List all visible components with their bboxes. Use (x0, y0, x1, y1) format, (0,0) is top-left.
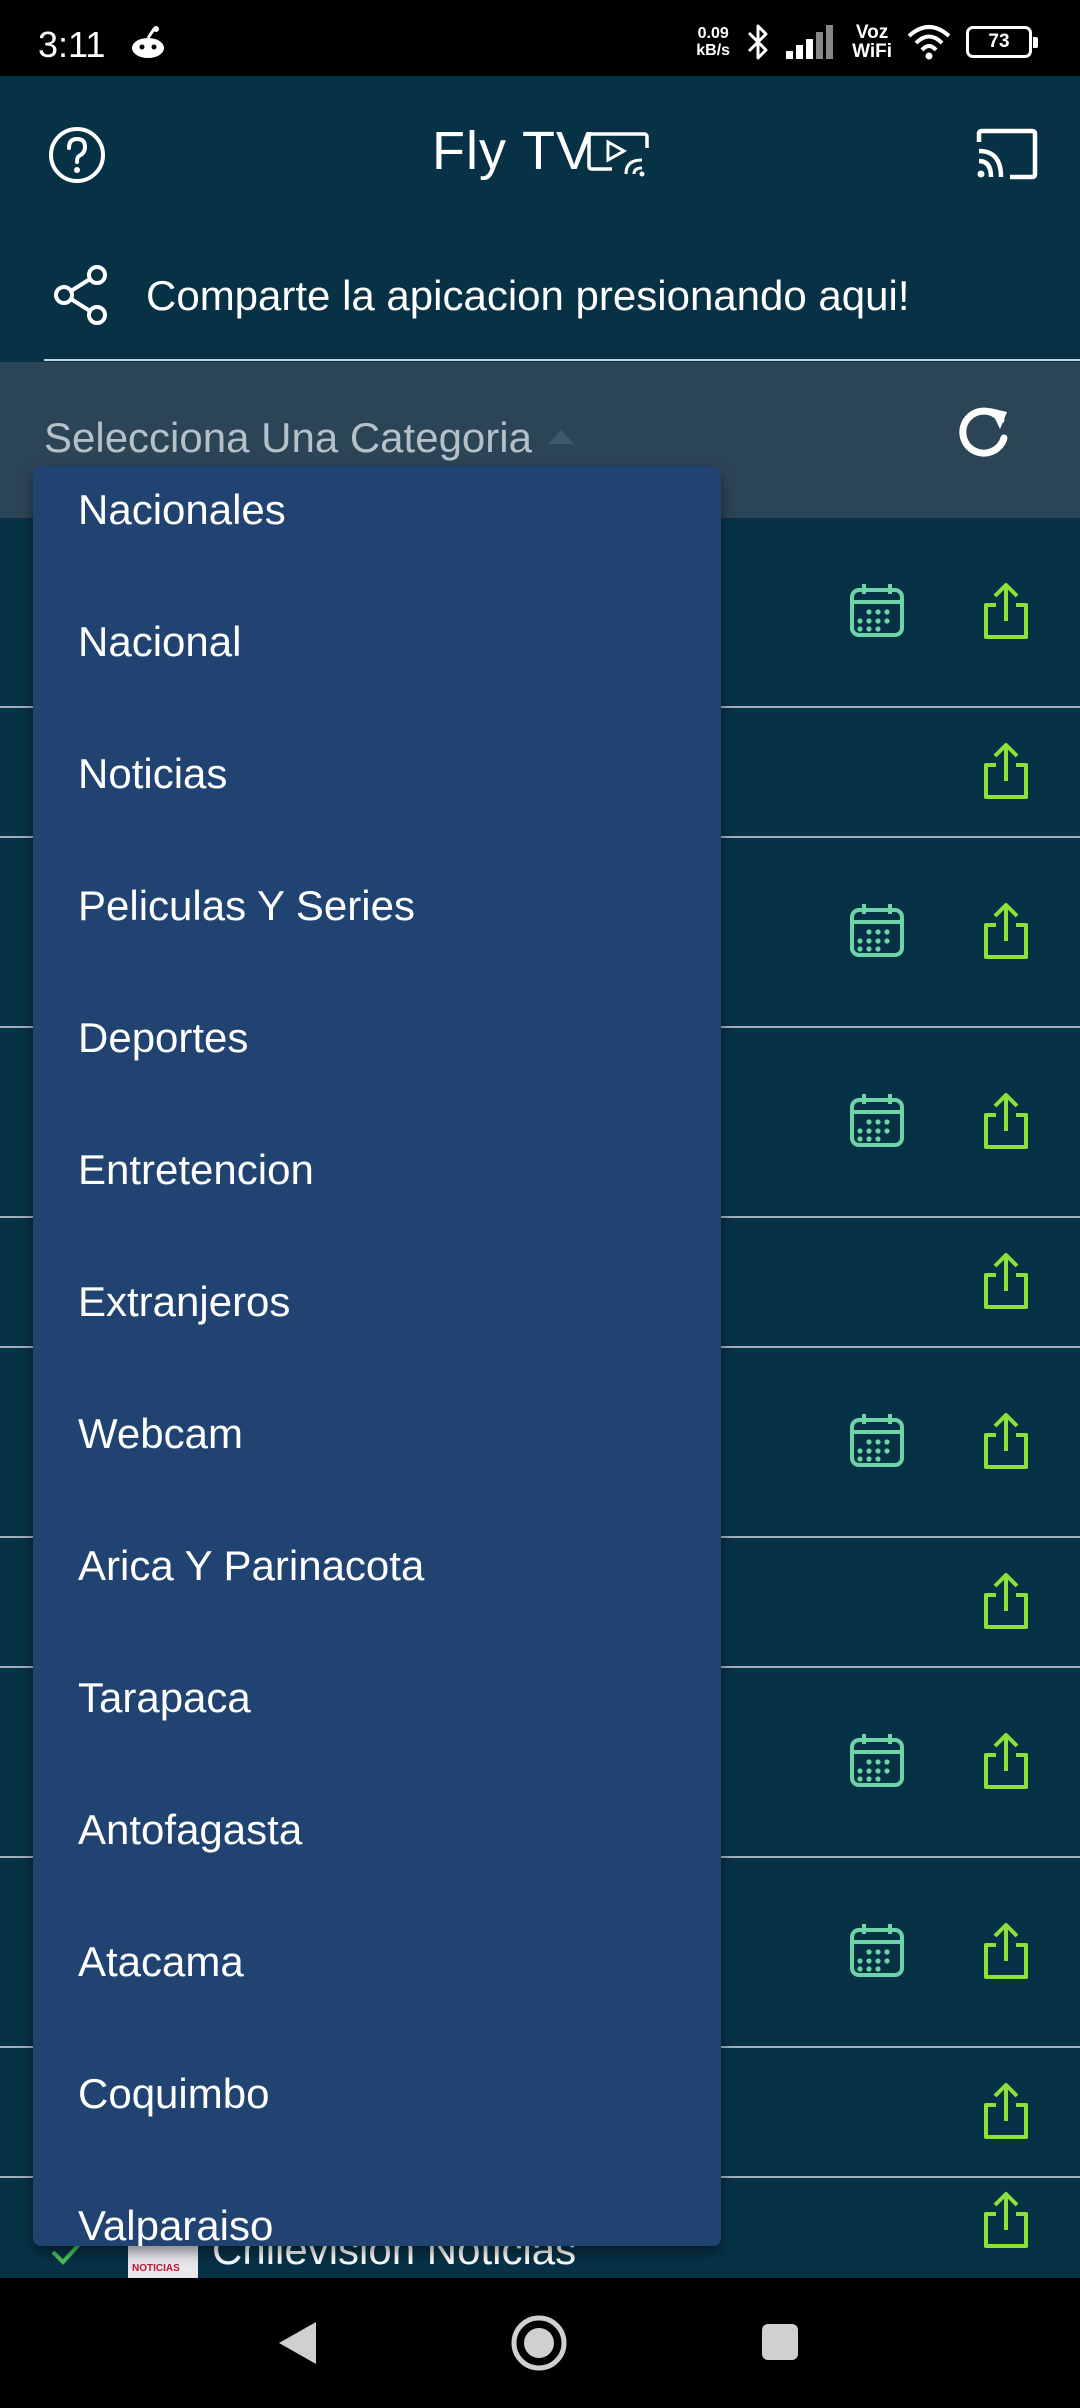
navigation-bar (0, 2278, 1080, 2408)
share-channel-icon[interactable] (976, 1411, 1036, 1471)
share-app-text: Comparte la apicacion presionando aqui! (146, 272, 910, 319)
channel-logo-text: NOTICIAS (132, 2263, 180, 2274)
dropdown-item[interactable]: Valparaiso (33, 2202, 721, 2246)
dropdown-item[interactable]: Arica Y Parinacota (33, 1542, 721, 1674)
recents-icon[interactable] (760, 2322, 800, 2362)
back-icon[interactable] (276, 2320, 318, 2366)
dropdown-item[interactable]: Coquimbo (33, 2070, 721, 2202)
cast-icon[interactable] (976, 128, 1038, 180)
category-dropdown-menu: Nacionales Nacional Noticias Peliculas Y Se… (33, 466, 721, 2246)
status-indicators: 0.09 kB/s Voz WiFi 73 (696, 22, 1038, 62)
calendar-icon[interactable] (847, 1411, 907, 1471)
dropdown-item[interactable]: Noticias (33, 750, 721, 882)
share-icon (54, 265, 107, 325)
status-time: 3:11 (38, 24, 106, 65)
share-channel-icon[interactable] (976, 1571, 1036, 1631)
app-bar: Fly TV (0, 76, 1080, 232)
share-channel-icon[interactable] (976, 2190, 1036, 2250)
signal-icon (786, 25, 834, 59)
share-channel-icon[interactable] (976, 1731, 1036, 1791)
app-title: Fly TV (432, 121, 594, 181)
network-speed-value: 0.09 (697, 25, 729, 42)
tv-play-logo-icon (587, 132, 649, 177)
caret-up-icon (548, 430, 574, 444)
share-channel-icon[interactable] (976, 581, 1036, 641)
wifi-icon (907, 25, 951, 60)
battery-indicator: 73 (966, 26, 1038, 58)
network-speed: 0.09 kB/s (696, 25, 730, 59)
calendar-icon[interactable] (847, 901, 907, 961)
home-icon[interactable] (510, 2314, 568, 2372)
dropdown-item[interactable]: Atacama (33, 1938, 721, 2070)
share-channel-icon[interactable] (976, 2081, 1036, 2141)
calendar-icon[interactable] (847, 1921, 907, 1981)
app-notification-icon (132, 26, 164, 58)
category-selector-label: Selecciona Una Categoria (44, 414, 532, 461)
refresh-icon[interactable] (954, 402, 1014, 462)
dropdown-item[interactable]: Tarapaca (33, 1674, 721, 1806)
dropdown-item[interactable]: Extranjeros (33, 1278, 721, 1410)
dropdown-item[interactable]: Webcam (33, 1410, 721, 1542)
calendar-icon[interactable] (847, 1091, 907, 1151)
vowifi-top: Voz (855, 22, 889, 43)
dropdown-item[interactable]: Nacionales (33, 486, 721, 618)
dropdown-item[interactable]: Antofagasta (33, 1806, 721, 1938)
dropdown-item[interactable]: Peliculas Y Series (33, 882, 721, 1014)
share-channel-icon[interactable] (976, 1091, 1036, 1151)
share-channel-icon[interactable] (976, 901, 1036, 961)
dropdown-item[interactable]: Nacional (33, 618, 721, 750)
network-speed-unit: kB/s (696, 42, 731, 59)
share-app-row[interactable]: Comparte la apicacion presionando aqui! (0, 232, 1080, 360)
vowifi-indicator: Voz WiFi (852, 23, 892, 61)
calendar-icon[interactable] (847, 581, 907, 641)
share-channel-icon[interactable] (976, 1921, 1036, 1981)
dropdown-item[interactable]: Entretencion (33, 1146, 721, 1278)
share-channel-icon[interactable] (976, 741, 1036, 801)
bluetooth-icon (748, 24, 768, 60)
calendar-icon[interactable] (847, 1731, 907, 1791)
share-channel-icon[interactable] (976, 1251, 1036, 1311)
help-icon[interactable] (48, 126, 106, 184)
vowifi-bottom: WiFi (852, 41, 892, 62)
status-bar: 3:11 0.09 kB/s Voz WiFi 73 (0, 0, 1080, 76)
divider (44, 359, 1080, 361)
dropdown-item[interactable]: Deportes (33, 1014, 721, 1146)
